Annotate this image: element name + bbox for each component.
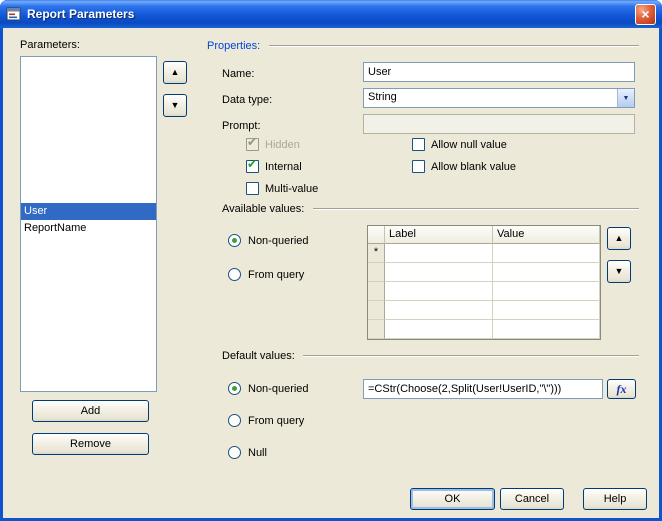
check-icon: ✔ xyxy=(247,136,257,149)
move-parameter-up-button[interactable]: ▲ xyxy=(163,61,187,84)
remove-button[interactable]: Remove xyxy=(32,433,149,455)
default-null-radio[interactable] xyxy=(228,446,241,459)
properties-divider xyxy=(269,45,639,47)
available-values-grid[interactable]: Label Value * xyxy=(367,225,601,340)
cancel-button[interactable]: Cancel xyxy=(500,488,564,510)
fx-icon: fx xyxy=(617,382,627,397)
available-non-queried-label: Non-queried xyxy=(248,235,309,248)
default-null-label: Null xyxy=(248,447,267,460)
check-icon: ✔ xyxy=(247,158,257,171)
parameters-list: User ReportName xyxy=(21,203,156,237)
properties-group-label: Properties: xyxy=(207,40,260,53)
default-values-divider xyxy=(303,355,639,357)
help-button[interactable]: Help xyxy=(583,488,647,510)
ok-button[interactable]: OK xyxy=(410,488,495,510)
prompt-input xyxy=(363,114,635,134)
close-icon: × xyxy=(641,7,649,21)
grid-cell xyxy=(493,282,600,301)
available-values-label: Available values: xyxy=(222,203,304,216)
grid-cell[interactable] xyxy=(385,244,493,263)
name-label: Name: xyxy=(222,68,254,81)
allow-null-checkbox[interactable] xyxy=(412,138,425,151)
arrow-up-icon: ▲ xyxy=(171,68,180,77)
close-button[interactable]: × xyxy=(635,4,656,25)
default-values-label: Default values: xyxy=(222,350,295,363)
arrow-up-icon: ▲ xyxy=(615,234,624,243)
grid-header-label[interactable]: Label xyxy=(385,226,493,244)
default-from-query-radio[interactable] xyxy=(228,414,241,427)
grid-move-down-button[interactable]: ▼ xyxy=(607,260,631,283)
list-item-reportname[interactable]: ReportName xyxy=(21,220,156,237)
report-parameters-icon xyxy=(6,6,22,22)
grid-row-selector xyxy=(368,301,385,320)
data-type-value: String xyxy=(364,89,617,107)
grid-cell xyxy=(385,282,493,301)
grid-empty-row xyxy=(368,301,600,320)
available-from-query-label: From query xyxy=(248,269,304,282)
default-non-queried-label: Non-queried xyxy=(248,383,309,396)
grid-cell xyxy=(493,263,600,282)
prompt-label: Prompt: xyxy=(222,120,261,133)
grid-row-selector xyxy=(368,263,385,282)
allow-blank-checkbox[interactable] xyxy=(412,160,425,173)
grid-cell xyxy=(385,301,493,320)
report-parameters-dialog: Report Parameters × Parameters: User Rep… xyxy=(0,0,662,521)
grid-row-selector xyxy=(368,320,385,339)
dialog-body: Parameters: User ReportName ▲ ▼ Add Remo… xyxy=(3,28,659,518)
grid-header-value[interactable]: Value xyxy=(493,226,600,244)
internal-label: Internal xyxy=(265,161,302,174)
parameters-listbox[interactable]: User ReportName xyxy=(20,56,157,392)
default-non-queried-radio[interactable] xyxy=(228,382,241,395)
grid-cell xyxy=(385,263,493,282)
grid-move-up-button[interactable]: ▲ xyxy=(607,227,631,250)
arrow-down-icon: ▼ xyxy=(171,101,180,110)
data-type-label: Data type: xyxy=(222,94,272,107)
grid-new-row[interactable]: * xyxy=(368,244,600,263)
arrow-down-icon: ▼ xyxy=(615,267,624,276)
name-input[interactable] xyxy=(363,62,635,82)
multi-value-label: Multi-value xyxy=(265,183,318,196)
available-non-queried-radio[interactable] xyxy=(228,234,241,247)
grid-header-row: Label Value xyxy=(368,226,600,244)
parameters-label: Parameters: xyxy=(20,39,80,52)
allow-blank-label: Allow blank value xyxy=(431,161,516,174)
grid-cell xyxy=(385,320,493,339)
grid-corner-cell xyxy=(368,226,385,244)
grid-empty-row xyxy=(368,320,600,339)
available-from-query-radio[interactable] xyxy=(228,268,241,281)
expression-fx-button[interactable]: fx xyxy=(607,379,636,399)
multi-value-checkbox[interactable] xyxy=(246,182,259,195)
grid-empty-row xyxy=(368,282,600,301)
add-button[interactable]: Add xyxy=(32,400,149,422)
allow-null-label: Allow null value xyxy=(431,139,507,152)
default-value-expression-input[interactable] xyxy=(363,379,603,399)
grid-empty-row xyxy=(368,263,600,282)
internal-checkbox[interactable]: ✔ xyxy=(246,160,259,173)
move-parameter-down-button[interactable]: ▼ xyxy=(163,94,187,117)
grid-cell[interactable] xyxy=(493,244,600,263)
chevron-down-icon[interactable]: ▼ xyxy=(617,89,634,107)
grid-new-row-marker: * xyxy=(368,244,385,263)
hidden-checkbox: ✔ xyxy=(246,138,259,151)
data-type-combobox[interactable]: String ▼ xyxy=(363,88,635,108)
list-item-user[interactable]: User xyxy=(21,203,156,220)
grid-cell xyxy=(493,320,600,339)
grid-cell xyxy=(493,301,600,320)
available-values-divider xyxy=(313,208,639,210)
titlebar[interactable]: Report Parameters × xyxy=(0,0,662,28)
default-from-query-label: From query xyxy=(248,415,304,428)
grid-row-selector xyxy=(368,282,385,301)
window-title: Report Parameters xyxy=(27,7,635,21)
hidden-label: Hidden xyxy=(265,139,300,152)
